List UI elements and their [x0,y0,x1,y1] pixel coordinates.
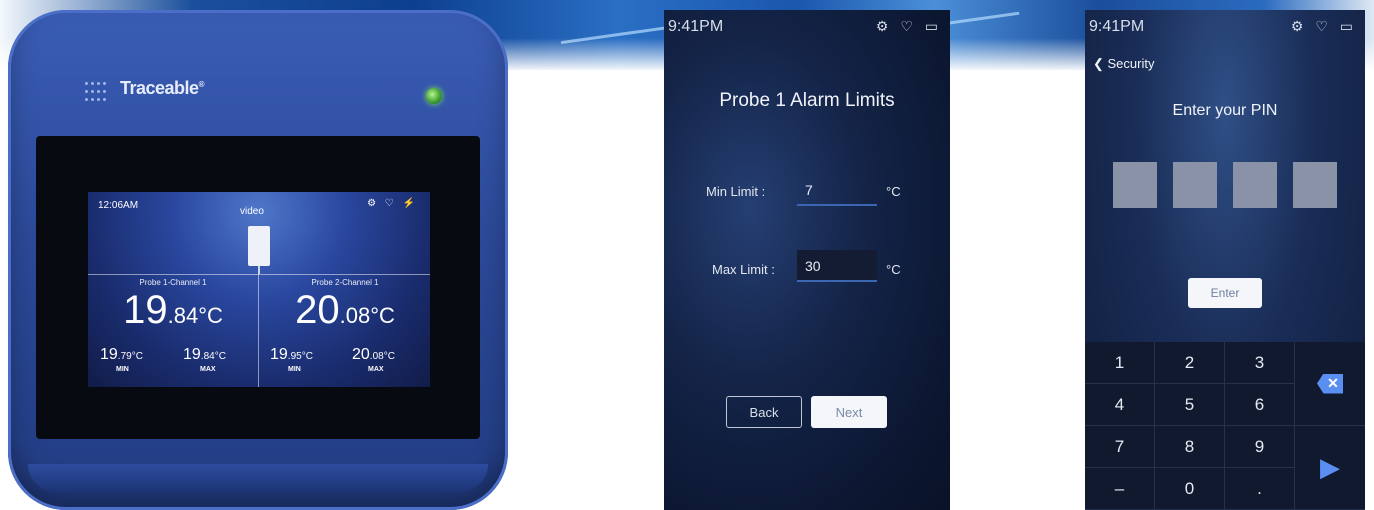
status-time: 9:41PM [1089,18,1145,35]
status-icons: ⚙ ♡ ▭ [875,18,942,34]
key-9[interactable]: 9 [1225,426,1295,468]
min-label: MIN [288,366,301,373]
page-title: Probe 1 Alarm Limits [719,90,895,111]
page-title: Enter your PIN [1172,102,1278,119]
key-minus[interactable]: – [1085,468,1155,510]
numeric-keypad: 1 2 3 4 5 6 7 8 9 – 0 . ✕ ▶ [1085,342,1365,510]
key-5[interactable]: 5 [1155,384,1225,426]
pin-digit-box[interactable] [1233,162,1277,208]
pin-entry-screen: 9:41PM ⚙ ♡ ▭ ❮ Security Enter your PIN E… [1085,10,1365,510]
key-6[interactable]: 6 [1225,384,1295,426]
status-bar: 9:41PM ⚙ ♡ ▭ [668,18,942,38]
traceable-device: Traceable® 12:06AM video ⚙ ♡ ⚡ Probe 1-C… [8,10,508,510]
chevron-left-icon: ❮ [1093,56,1108,71]
alarm-limits-screen: 9:41PM ⚙ ♡ ▭ Probe 1 Alarm Limits Min Li… [664,10,950,510]
probe-panel-2: Probe 2-Channel 1 20.08°C 19.95°C 20.08°… [260,278,430,373]
probe-label: Probe 2-Channel 1 [311,278,379,287]
divider [258,274,259,387]
key-2[interactable]: 2 [1155,342,1225,384]
status-time: 9:41PM [668,18,724,35]
device-screen[interactable]: 12:06AM video ⚙ ♡ ⚡ Probe 1-Channel 1 19… [88,192,430,387]
probe-reading: 19.84°C [123,288,223,332]
max-limit-label: Max Limit : [712,262,775,277]
security-back-link[interactable]: ❮ Security [1093,56,1154,72]
key-0[interactable]: 0 [1155,468,1225,510]
pin-digit-box[interactable] [1173,162,1217,208]
send-key[interactable]: ▶ [1295,426,1365,510]
next-button[interactable]: Next [811,396,887,428]
brand-logo: Traceable® [120,78,205,98]
backspace-icon: ✕ [1317,373,1343,394]
status-led [426,88,442,104]
min-reading: 19.95°C [270,346,313,363]
probe-icon [248,226,270,266]
enter-button[interactable]: Enter [1188,278,1262,308]
probe-label: Probe 1-Channel 1 [139,278,207,287]
max-label: MAX [368,366,384,373]
key-4[interactable]: 4 [1085,384,1155,426]
pin-digit-box[interactable] [1113,162,1157,208]
min-reading: 19.79°C [100,346,143,363]
status-icons: ⚙ ♡ ▭ [1290,18,1357,34]
key-7[interactable]: 7 [1085,426,1155,468]
probe-reading: 20.08°C [295,288,395,332]
speaker-grille [85,82,107,104]
max-limit-input[interactable]: 30 [797,250,877,282]
send-icon: ▶ [1320,452,1340,482]
back-button[interactable]: Back [726,396,802,428]
probe-stem [258,266,260,274]
max-reading: 19.84°C [183,346,226,363]
pin-digit-box[interactable] [1293,162,1337,208]
min-limit-label: Min Limit : [706,184,766,199]
max-unit: °C [886,262,901,277]
key-1[interactable]: 1 [1085,342,1155,384]
min-limit-input[interactable]: 7 [797,174,877,206]
key-3[interactable]: 3 [1225,342,1295,384]
status-bar: 9:41PM ⚙ ♡ ▭ [1089,18,1357,38]
key-8[interactable]: 8 [1155,426,1225,468]
video-label: video [240,206,264,217]
device-base [28,464,488,492]
device-status-icons: ⚙ ♡ ⚡ [367,198,418,209]
min-unit: °C [886,184,901,199]
device-time: 12:06AM [98,200,139,211]
min-label: MIN [116,366,129,373]
key-dot[interactable]: . [1225,468,1295,510]
max-label: MAX [200,366,216,373]
probe-panel-1: Probe 1-Channel 1 19.84°C 19.79°C 19.84°… [88,278,258,373]
backspace-key[interactable]: ✕ [1295,342,1365,426]
divider [88,274,430,275]
max-reading: 20.08°C [352,346,395,363]
device-bezel: 12:06AM video ⚙ ♡ ⚡ Probe 1-Channel 1 19… [36,136,480,439]
